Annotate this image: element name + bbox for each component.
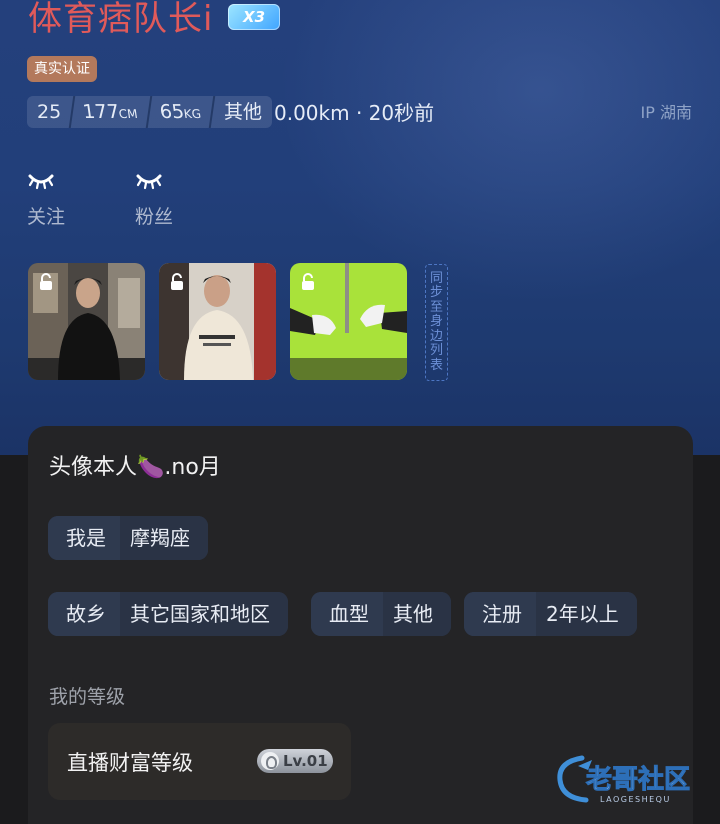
sync-label-char: 表 <box>429 357 443 373</box>
eyelash-icon <box>136 174 162 190</box>
watermark-subtitle: LAOGESHEQU <box>600 795 671 804</box>
profile-name: 体育痞队长i <box>28 0 214 39</box>
following-counter[interactable]: 关注 <box>27 172 65 229</box>
watermark-title: 老哥社区 <box>586 764 690 795</box>
sync-label-char: 身 <box>429 314 443 330</box>
tag-zodiac: 我是 摩羯座 <box>48 516 208 560</box>
header-glow <box>280 0 720 300</box>
profile-stats: 25 177CM 65KG 其他 <box>27 96 272 128</box>
verified-badge: 真实认证 <box>27 56 97 82</box>
watermark-logo: 老哥社区 LAOGESHEQU <box>557 755 691 804</box>
lock-icon <box>302 273 314 290</box>
level-value: Lv.01 <box>283 752 328 770</box>
vip-level-number: 3 <box>254 8 265 26</box>
distance-time: 0.00km · 20秒前 <box>274 101 435 125</box>
stat-role: 其他 <box>223 101 262 123</box>
photo-thumbnail[interactable] <box>290 263 407 380</box>
tag-registered: 注册 2年以上 <box>464 592 637 636</box>
level-section-title: 我的等级 <box>49 686 126 708</box>
tag-key: 我是 <box>48 516 120 560</box>
lock-icon <box>171 273 183 290</box>
tag-key: 故乡 <box>48 592 120 636</box>
sync-label-char: 边 <box>429 328 443 344</box>
sync-label-char: 列 <box>429 343 443 359</box>
tag-value: 其它国家和地区 <box>120 592 288 636</box>
tag-blood-type: 血型 其他 <box>311 592 451 636</box>
ip-location: IP 湖南 <box>640 103 692 122</box>
stat-weight: 65KG <box>147 96 216 128</box>
sync-label-char: 步 <box>429 285 443 301</box>
sync-to-nearby-button[interactable]: 同步至身边列表 <box>425 264 448 381</box>
level-icon <box>261 752 279 770</box>
tag-key: 血型 <box>311 592 383 636</box>
following-label: 关注 <box>27 206 66 228</box>
photo-gallery <box>28 263 407 380</box>
vip-badge-icon[interactable]: Ⅹ3 <box>228 4 280 30</box>
profile-header: 体育痞队长i Ⅹ3 真实认证 25 177CM 65KG 其他 0.00km ·… <box>0 0 720 455</box>
photo-thumbnail[interactable] <box>159 263 276 380</box>
tag-key: 注册 <box>464 592 536 636</box>
profile-bio: 头像本人🍆.no月 <box>49 455 221 480</box>
tag-value: 其他 <box>383 592 451 636</box>
level-badge: Lv.01 <box>257 749 333 773</box>
stat-height: 177CM <box>70 96 153 128</box>
stat-age: 25 <box>27 96 76 128</box>
lock-icon <box>40 273 52 290</box>
level-label: 直播财富等级 <box>67 751 193 775</box>
wealth-level-card[interactable]: 直播财富等级 Lv.01 <box>48 723 351 800</box>
followers-counter[interactable]: 粉丝 <box>135 172 173 229</box>
photo-thumbnail[interactable] <box>28 263 145 380</box>
eyelash-icon <box>28 174 54 190</box>
sync-label-char: 同 <box>429 270 443 286</box>
tag-hometown: 故乡 其它国家和地区 <box>48 592 288 636</box>
vip-level-text: Ⅹ <box>242 8 255 26</box>
tag-value: 摩羯座 <box>120 516 208 560</box>
followers-label: 粉丝 <box>135 206 174 228</box>
tag-value: 2年以上 <box>536 592 637 636</box>
